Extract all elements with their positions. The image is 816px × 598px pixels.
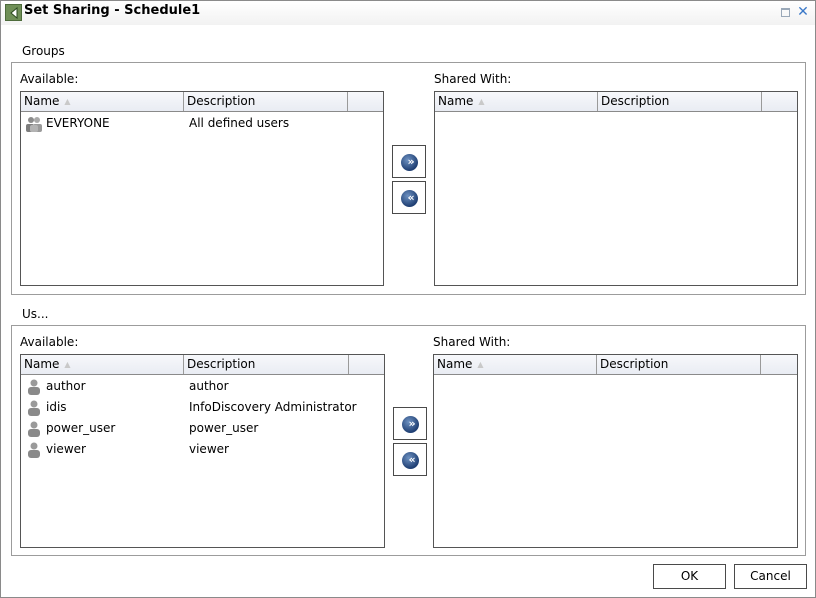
column-label: Name (438, 94, 474, 108)
user-icon (25, 441, 43, 459)
back-arrow-icon[interactable] (5, 4, 22, 21)
column-header-name[interactable]: Name ▲ (435, 92, 598, 111)
arrow-glyph: » (408, 417, 415, 430)
table-row[interactable]: EVERYONE All defined users (21, 114, 383, 135)
column-header-description[interactable]: Description (184, 92, 348, 111)
column-label: Description (600, 357, 669, 371)
row-name: viewer (46, 442, 86, 456)
groups-shared-table[interactable]: Name ▲ Description (434, 91, 798, 286)
column-label: Name (24, 357, 60, 371)
add-user-button[interactable]: » (393, 407, 427, 440)
users-available-label: Available: (20, 335, 79, 349)
column-header-description[interactable]: Description (597, 355, 761, 374)
arrow-glyph: « (407, 191, 414, 204)
column-label: Description (187, 357, 256, 371)
groups-shared-label: Shared With: (434, 72, 512, 86)
column-header-name[interactable]: Name ▲ (21, 92, 184, 111)
row-name: EVERYONE (46, 116, 110, 130)
remove-user-button[interactable]: « (393, 443, 427, 476)
table-row[interactable]: author author (21, 377, 384, 398)
groups-legend: Groups (22, 44, 65, 58)
column-header-name[interactable]: Name ▲ (21, 355, 184, 374)
users-shared-label: Shared With: (433, 335, 511, 349)
window-title: Set Sharing - Schedule1 (24, 3, 201, 18)
arrow-glyph: » (407, 155, 414, 168)
column-header-filler (348, 92, 383, 111)
table-row[interactable]: idis InfoDiscovery Administrator (21, 398, 384, 419)
column-header-filler (349, 355, 384, 374)
remove-group-button[interactable]: « (392, 181, 426, 214)
column-label: Description (601, 94, 670, 108)
add-group-button[interactable]: » (392, 145, 426, 178)
users-legend: Us... (22, 307, 49, 321)
row-name: idis (46, 400, 67, 414)
table-header: Name ▲ Description (21, 92, 383, 112)
row-name: author (46, 379, 86, 393)
row-description: InfoDiscovery Administrator (189, 400, 357, 414)
sort-caret-icon: ▲ (64, 97, 71, 106)
title-bar[interactable]: Set Sharing - Schedule1 ✕ (1, 1, 815, 25)
user-icon (25, 399, 43, 417)
ok-button[interactable]: OK (653, 564, 726, 589)
maximize-icon[interactable] (781, 8, 790, 17)
row-description: power_user (189, 421, 259, 435)
column-header-description[interactable]: Description (184, 355, 349, 374)
users-available-table[interactable]: Name ▲ Description author author idis In… (20, 354, 385, 548)
set-sharing-dialog: Set Sharing - Schedule1 ✕ Groups Availab… (0, 0, 816, 598)
table-header: Name ▲ Description (434, 355, 797, 375)
table-row[interactable]: power_user power_user (21, 419, 384, 440)
groups-available-label: Available: (20, 72, 79, 86)
column-label: Name (24, 94, 60, 108)
move-left-icon: « (402, 452, 419, 469)
table-header: Name ▲ Description (435, 92, 797, 112)
sort-caret-icon: ▲ (478, 97, 485, 106)
table-header: Name ▲ Description (21, 355, 384, 375)
sort-caret-icon: ▲ (477, 360, 484, 369)
move-right-icon: » (402, 416, 419, 433)
arrow-glyph: « (408, 453, 415, 466)
sort-caret-icon: ▲ (64, 360, 71, 369)
user-icon (25, 420, 43, 438)
cancel-button[interactable]: Cancel (734, 564, 807, 589)
users-shared-table[interactable]: Name ▲ Description (433, 354, 798, 548)
move-right-icon: » (401, 154, 418, 171)
column-label: Name (437, 357, 473, 371)
group-icon (25, 115, 43, 133)
groups-available-table[interactable]: Name ▲ Description EVERYONE All defined u… (20, 91, 384, 286)
row-name: power_user (46, 421, 116, 435)
column-header-filler (762, 92, 797, 111)
row-description: All defined users (189, 116, 290, 130)
table-row[interactable]: viewer viewer (21, 440, 384, 461)
row-description: author (189, 379, 229, 393)
column-label: Description (187, 94, 256, 108)
column-header-description[interactable]: Description (598, 92, 762, 111)
close-icon[interactable]: ✕ (796, 5, 810, 19)
column-header-filler (761, 355, 797, 374)
row-description: viewer (189, 442, 229, 456)
move-left-icon: « (401, 190, 418, 207)
column-header-name[interactable]: Name ▲ (434, 355, 597, 374)
user-icon (25, 378, 43, 396)
